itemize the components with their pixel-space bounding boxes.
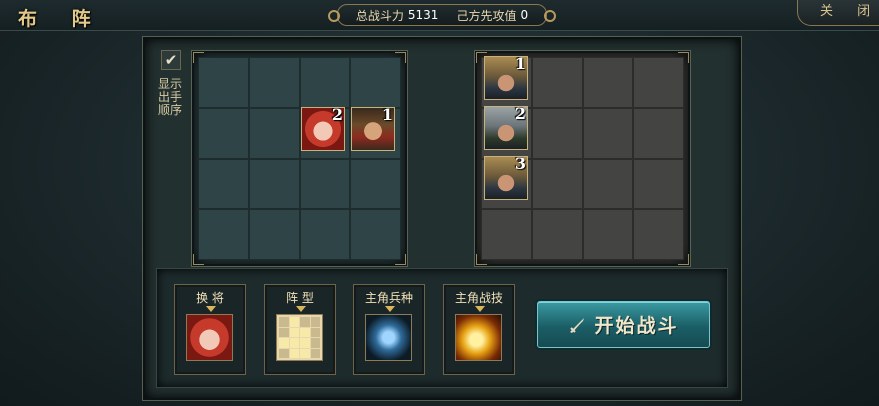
power-summary: 总战斗力 5131 己方先攻值 0 bbox=[328, 4, 556, 26]
formation-cell[interactable] bbox=[531, 107, 583, 159]
corner-ornament bbox=[678, 254, 689, 265]
arrow-down-icon bbox=[475, 306, 485, 312]
formation-cell[interactable] bbox=[248, 107, 300, 159]
lead-skill-button[interactable]: 主角战技 bbox=[443, 284, 515, 375]
enemy-unit-helmeted-soldier[interactable]: 1 bbox=[484, 56, 528, 100]
start-battle-button[interactable]: 开始战斗 bbox=[537, 301, 710, 348]
arrow-down-icon bbox=[385, 306, 395, 312]
formation-cell[interactable] bbox=[582, 158, 634, 210]
corner-ornament bbox=[395, 254, 406, 265]
formation-cell[interactable] bbox=[198, 209, 249, 260]
arrow-down-icon bbox=[206, 306, 216, 312]
formation-cell[interactable] bbox=[248, 57, 300, 108]
my-unit-red-haired-heroine[interactable]: 2 bbox=[301, 107, 345, 151]
check-icon: ✔ bbox=[164, 51, 178, 69]
show-order-label: 显示出手顺序 bbox=[157, 77, 182, 117]
attack-order: 1 bbox=[381, 107, 393, 124]
attack-order: 3 bbox=[514, 156, 526, 173]
corner-ornament bbox=[395, 52, 406, 63]
hero-portrait bbox=[186, 314, 233, 361]
attack-order: 2 bbox=[331, 107, 343, 124]
formation-cell[interactable] bbox=[633, 107, 684, 159]
formation-cell[interactable] bbox=[248, 209, 300, 260]
formation-cell[interactable] bbox=[198, 158, 249, 210]
formation-cell[interactable] bbox=[633, 209, 684, 260]
enemy-unit-helmeted-soldier[interactable]: 3 bbox=[484, 156, 528, 200]
formation-cell[interactable] bbox=[582, 107, 634, 159]
lead-troop-label: 主角兵种 bbox=[364, 291, 413, 305]
formation-cell[interactable] bbox=[299, 158, 351, 210]
formation-cell[interactable] bbox=[481, 209, 532, 260]
my-unit-armored-general[interactable]: 1 bbox=[351, 107, 395, 151]
corner-ornament bbox=[678, 52, 689, 63]
sword-icon bbox=[570, 317, 585, 333]
my-formation-grid bbox=[191, 50, 408, 267]
close-button[interactable]: 关 闭 bbox=[797, 0, 879, 26]
show-order-checkbox[interactable]: ✔ bbox=[161, 50, 181, 70]
formation-cell[interactable] bbox=[299, 57, 351, 108]
enemy-unit-steel-helmet-soldier[interactable]: 2 bbox=[484, 106, 528, 150]
formation-type-label: 阵 型 bbox=[286, 291, 314, 305]
formation-grid-icon bbox=[276, 314, 323, 361]
swap-general-label: 换 将 bbox=[196, 291, 224, 305]
formation-cell[interactable] bbox=[198, 57, 249, 108]
formation-cell[interactable] bbox=[582, 57, 634, 108]
arrow-down-icon bbox=[296, 306, 306, 312]
attack-order: 1 bbox=[514, 56, 526, 73]
start-battle-label: 开始战斗 bbox=[594, 315, 679, 337]
formation-cell[interactable] bbox=[633, 158, 684, 210]
formation-cell[interactable] bbox=[582, 209, 634, 260]
first-strike-label: 己方先攻值 bbox=[456, 8, 517, 23]
formation-cell[interactable] bbox=[350, 158, 401, 210]
skill-flame-icon bbox=[455, 314, 502, 361]
lead-skill-label: 主角战技 bbox=[454, 291, 503, 305]
formation-cell[interactable] bbox=[633, 57, 684, 108]
corner-ornament bbox=[476, 254, 487, 265]
lead-troop-button[interactable]: 主角兵种 bbox=[353, 284, 425, 375]
power-label: 总战斗力 bbox=[355, 8, 404, 23]
corner-ornament bbox=[193, 52, 204, 63]
top-bar: 布 阵 总战斗力 5131 己方先攻值 0 关 闭 bbox=[0, 0, 879, 31]
formation-cell[interactable] bbox=[350, 57, 401, 108]
attack-order: 2 bbox=[514, 106, 526, 123]
formation-cell[interactable] bbox=[531, 209, 583, 260]
first-strike-value: 0 bbox=[520, 8, 529, 22]
corner-ornament bbox=[193, 254, 204, 265]
formation-cell[interactable] bbox=[299, 209, 351, 260]
power-value: 5131 bbox=[407, 8, 439, 22]
formation-cell[interactable] bbox=[531, 57, 583, 108]
formation-cell[interactable] bbox=[198, 107, 249, 159]
page-title: 布 阵 bbox=[18, 8, 105, 30]
formation-type-button[interactable]: 阵 型 bbox=[264, 284, 336, 375]
troop-emblem-icon bbox=[365, 314, 412, 361]
formation-cell[interactable] bbox=[248, 158, 300, 210]
swap-general-button[interactable]: 换 将 bbox=[174, 284, 246, 375]
formation-cell[interactable] bbox=[531, 158, 583, 210]
formation-cell[interactable] bbox=[350, 209, 401, 260]
